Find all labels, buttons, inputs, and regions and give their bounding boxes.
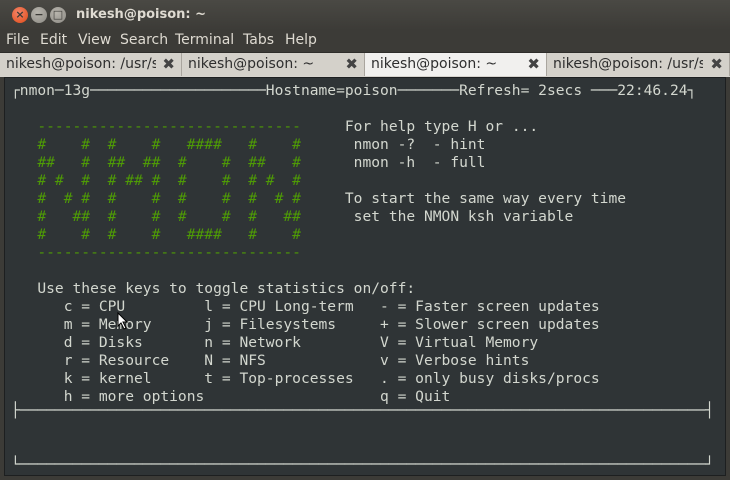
help-text: nmon -h - full xyxy=(300,154,486,171)
nmon-logo-line: # # # # #### # # xyxy=(11,226,301,244)
close-tab-icon[interactable]: ✖ xyxy=(345,55,358,73)
tab-3[interactable]: nikesh@poison: ~ ✖ xyxy=(365,53,547,76)
logo-text: ## # ## ## # # ## # xyxy=(11,154,301,171)
logo-text: # # # # # # # # # # xyxy=(11,190,301,207)
key-row: r = Resource N = NFS v = Verbose hints xyxy=(11,352,530,369)
minimize-window-button[interactable]: − xyxy=(31,7,47,23)
key-row: d = Disks n = Network V = Virtual Memory xyxy=(11,334,539,351)
menu-terminal[interactable]: Terminal xyxy=(175,32,234,48)
keys-title: Use these keys to toggle statistics on/o… xyxy=(11,280,416,297)
menu-edit[interactable]: Edit xyxy=(40,32,67,48)
logo-text: ------------------------------ xyxy=(11,244,301,261)
nmon-logo-line: ------------------------------ xyxy=(11,244,301,262)
menu-bar: File Edit View Search Terminal Tabs Help xyxy=(0,30,730,52)
logo-text: # # # # ## # # # # # # xyxy=(11,172,301,189)
menu-view[interactable]: View xyxy=(78,32,111,48)
nmon-logo-line: # ## # # # # # ## set the NMON ksh varia… xyxy=(11,208,573,226)
nmon-logo-line: # # # # ## # # # # # # xyxy=(11,172,301,190)
close-tab-icon[interactable]: ✖ xyxy=(527,55,540,73)
close-tab-icon[interactable]: ✖ xyxy=(162,55,175,73)
logo-text: # ## # # # # # ## xyxy=(11,208,301,225)
logo-text: # # # # #### # # xyxy=(11,226,301,243)
key-row: c = CPU l = CPU Long-term - = Faster scr… xyxy=(11,298,600,315)
menu-file[interactable]: File xyxy=(6,32,29,48)
tab-label: nikesh@poison: /usr/share/ xyxy=(553,56,703,72)
nmon-divider: ├───────────────────────────────────────… xyxy=(11,402,714,419)
maximize-window-button[interactable]: □ xyxy=(50,7,66,23)
help-text: set the NMON ksh variable xyxy=(300,208,574,225)
mouse-pointer-icon xyxy=(117,312,129,330)
menu-tabs[interactable]: Tabs xyxy=(243,32,274,48)
help-text: For help type H or ... xyxy=(300,118,539,135)
logo-text: ------------------------------ xyxy=(11,118,301,135)
menu-search[interactable]: Search xyxy=(120,32,168,48)
tab-1[interactable]: nikesh@poison: /usr/share/ ✖ xyxy=(0,53,182,76)
close-tab-icon[interactable]: ✖ xyxy=(710,55,723,73)
terminal-area[interactable]: ┌nmon─13g────────────────────Hostname=po… xyxy=(4,77,726,476)
tab-bar: nikesh@poison: /usr/share/ ✖ nikesh@pois… xyxy=(0,52,730,77)
tab-label: nikesh@poison: ~ xyxy=(371,56,498,72)
nmon-logo-line: ## # ## ## # # ## # nmon -h - full xyxy=(11,154,485,172)
close-window-button[interactable]: × xyxy=(12,7,28,23)
nmon-logo-line: # # # # #### # # nmon -? - hint xyxy=(11,136,485,154)
nmon-logo-line: # # # # # # # # # # To start the same wa… xyxy=(11,190,626,208)
window-title: nikesh@poison: ~ xyxy=(76,7,207,22)
menu-help[interactable]: Help xyxy=(285,32,317,48)
nmon-footer: └───────────────────────────────────────… xyxy=(11,456,714,473)
tab-4[interactable]: nikesh@poison: /usr/share/ ✖ xyxy=(547,53,730,76)
help-text: nmon -? - hint xyxy=(300,136,486,153)
tab-2[interactable]: nikesh@poison: ~ ✖ xyxy=(182,53,365,76)
logo-text: # # # # #### # # xyxy=(11,136,301,153)
nmon-logo-line: ------------------------------ For help … xyxy=(11,118,538,136)
help-text: To start the same way every time xyxy=(300,190,627,207)
window-titlebar: × − □ nikesh@poison: ~ xyxy=(0,0,730,30)
key-row: m = Memory j = Filesystems + = Slower sc… xyxy=(11,316,600,333)
key-row: k = kernel t = Top-processes . = only bu… xyxy=(11,370,600,387)
tab-label: nikesh@poison: ~ xyxy=(188,56,315,72)
nmon-header: ┌nmon─13g────────────────────Hostname=po… xyxy=(11,82,697,99)
tab-label: nikesh@poison: /usr/share/ xyxy=(6,56,156,72)
